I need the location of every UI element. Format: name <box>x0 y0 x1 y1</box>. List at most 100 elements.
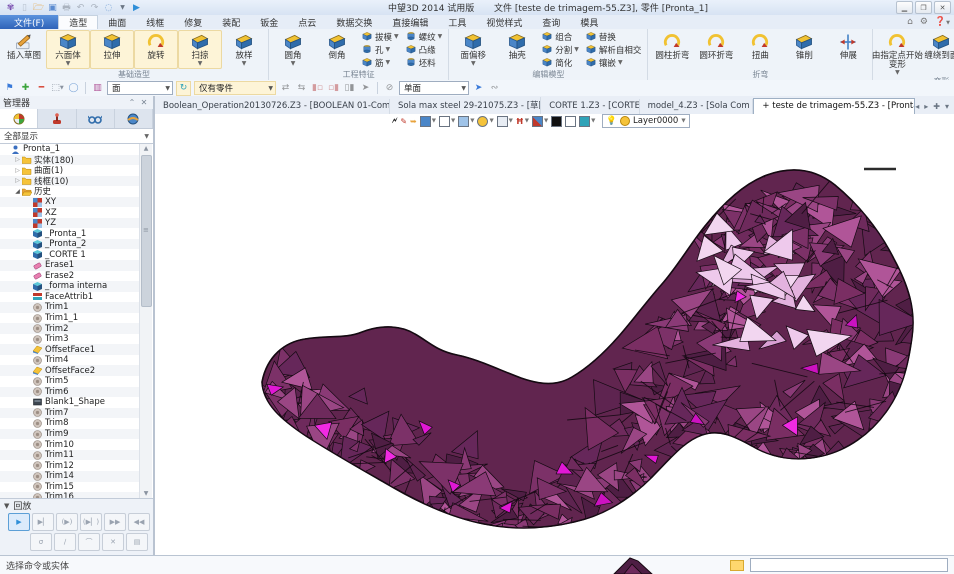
ribbon-button-deform-by-point[interactable]: 由指定点开始变形▼ <box>875 30 919 76</box>
tree-item-Trim14[interactable]: Trim14 <box>0 471 140 482</box>
tree-item-Trim2[interactable]: Trim2 <box>0 323 140 334</box>
tree-item-Trim9[interactable]: Trim9 <box>0 429 140 440</box>
tree-item-Trim8[interactable]: Trim8 <box>0 418 140 429</box>
pin-panel-icon[interactable]: ⌃ <box>126 98 138 107</box>
white-swatch-icon[interactable] <box>565 116 576 127</box>
tree-item-OffsetFace2[interactable]: OffsetFace2 <box>0 365 140 376</box>
ribbon-button-loft[interactable]: 放样▼ <box>222 30 266 69</box>
tree-item-OffsetFace1[interactable]: OffsetFace1 <box>0 344 140 355</box>
ribbon-button-hole[interactable]: 孔▼ <box>359 43 401 56</box>
playback-play-through-button[interactable]: (▶▏) <box>80 513 102 531</box>
pick-cursor-icon[interactable]: ➤ <box>359 82 372 95</box>
undo-icon[interactable]: ↶ <box>74 1 87 14</box>
tree-item-Trim12[interactable]: Trim12 <box>0 460 140 471</box>
menu-item-曲面[interactable]: 曲面 <box>98 15 136 29</box>
entity-filter-combo[interactable]: 面▼ <box>107 81 173 95</box>
swap-alt-icon[interactable]: ⇆ <box>295 82 308 95</box>
pick-filter-icon[interactable]: ⚑ <box>3 82 16 95</box>
menu-item-视觉样式[interactable]: 视觉样式 <box>476 15 532 29</box>
tree-item-Trim6[interactable]: Trim6 <box>0 387 140 398</box>
ribbon-button-combine[interactable]: 组合 <box>539 30 581 43</box>
menu-item-数据交换[interactable]: 数据交换 <box>326 15 382 29</box>
ribbon-button-thread[interactable]: 螺纹▼ <box>403 30 445 43</box>
help-icon[interactable]: ❓▼ <box>935 17 950 27</box>
tree-item-历史[interactable]: ◢历史 <box>0 186 140 197</box>
wireframe-mode-icon[interactable]: ▼ <box>439 116 455 127</box>
close-panel-icon[interactable]: ✕ <box>138 98 150 107</box>
shaded-mode-icon[interactable]: ▼ <box>420 116 436 127</box>
ribbon-button-flange[interactable]: 凸缘 <box>403 43 445 56</box>
tree-item-实体(180)[interactable]: ▷实体(180) <box>0 155 140 166</box>
pick-last-icon[interactable]: ➤ <box>472 82 485 95</box>
tree-item-Erase2[interactable]: Erase2 <box>0 271 140 282</box>
export-icon[interactable]: ➥ <box>410 117 417 126</box>
tree-item-FaceAttrib1[interactable]: FaceAttrib1 <box>0 292 140 303</box>
add-selection-icon[interactable]: ✚ <box>19 82 32 95</box>
playback-fast-forward-button[interactable]: ▶▶ <box>104 513 126 531</box>
align-last-icon[interactable]: ▯▮ <box>343 82 356 95</box>
quick-access-dropdown-icon[interactable]: ▼ <box>116 1 129 14</box>
expand-icon[interactable]: ▷ <box>13 156 22 163</box>
ribbon-button-toroidal-bend[interactable]: 圆环折弯 <box>694 30 738 69</box>
document-tab-2[interactable]: Sola max steel 29-21075.Z3 - [草图001] <box>390 97 541 114</box>
redo-icon[interactable]: ↷ <box>88 1 101 14</box>
ribbon-button-rib[interactable]: 筋▼ <box>359 56 401 69</box>
file-menu-button[interactable]: 文件(F) <box>0 15 58 29</box>
filter-chart-icon[interactable]: ▥ <box>91 82 104 95</box>
swap-selection-icon[interactable]: ⇄ <box>279 82 292 95</box>
new-file-icon[interactable]: ▯ <box>18 1 31 14</box>
ribbon-button-insert-sketch[interactable]: 插入草图 <box>2 30 46 69</box>
menu-item-修复[interactable]: 修复 <box>174 15 212 29</box>
align-first-icon[interactable]: ▮▫ <box>311 82 324 95</box>
sketch-pen-icon[interactable]: ✎ <box>400 117 407 126</box>
ribbon-button-fillet[interactable]: 圆角▼ <box>271 30 315 69</box>
image-display-icon[interactable]: ▼ <box>497 116 513 127</box>
menu-item-钣金[interactable]: 钣金 <box>250 15 288 29</box>
ribbon-button-draft[interactable]: 拔模▼ <box>359 30 401 43</box>
tree-item-Trim4[interactable]: Trim4 <box>0 355 140 366</box>
document-tab-1[interactable]: Boolean_Operation20130726.Z3 - [BOOLEAN … <box>155 99 390 114</box>
disable-filter-icon[interactable]: ⊘ <box>383 82 396 95</box>
ribbon-button-simplify[interactable]: 简化 <box>539 56 581 69</box>
new-tab-icon[interactable]: ✚ <box>933 102 940 111</box>
home-icon[interactable]: ⌂ <box>907 17 913 27</box>
playback-rewind-button[interactable]: ◀◀ <box>128 513 150 531</box>
tree-item-Trim10[interactable]: Trim10 <box>0 439 140 450</box>
multi-view-icon[interactable]: ▼ <box>532 116 548 127</box>
lasso-pick-icon[interactable]: ◯ <box>67 82 80 95</box>
tree-item-XZ[interactable]: XZ <box>0 207 140 218</box>
ribbon-button-resolve-self-intersection[interactable]: 解析自相交 <box>583 43 644 56</box>
notification-icon[interactable] <box>730 560 744 571</box>
restore-button[interactable]: ❐ <box>915 1 932 14</box>
tree-item-Trim5[interactable]: Trim5 <box>0 376 140 387</box>
tree-item-_Pronta_2[interactable]: _Pronta_2 <box>0 239 140 250</box>
playback-header[interactable]: ▼ 回放 <box>0 499 153 512</box>
document-tab-4[interactable]: model_4.Z3 - [Sola Com 2%] <box>640 99 754 114</box>
window-pick-icon[interactable]: ⬚▼ <box>51 82 64 95</box>
plane-display-icon[interactable]: ▼ <box>458 116 474 127</box>
ribbon-button-stretch[interactable]: 伸展 <box>826 30 870 69</box>
face-mode-combo[interactable]: 单面▼ <box>399 81 469 95</box>
playback-spline-button[interactable]: σ <box>30 533 52 551</box>
menu-item-装配[interactable]: 装配 <box>212 15 250 29</box>
ribbon-button-chamfer[interactable]: 倒角 <box>315 30 359 69</box>
section-view-icon[interactable]: Ħ▼ <box>516 117 529 126</box>
solid-manager-tab[interactable] <box>115 109 153 128</box>
tree-item-YZ[interactable]: YZ <box>0 218 140 229</box>
minimize-button[interactable]: ▁ <box>896 1 913 14</box>
align-middle-icon[interactable]: ▫▮ <box>327 82 340 95</box>
playback-play-from-button[interactable]: (▶) <box>56 513 78 531</box>
layer-combo[interactable]: 💡Layer0000▼ <box>602 114 689 128</box>
ribbon-button-twist[interactable]: 扭曲 <box>738 30 782 69</box>
tree-item-曲面(1)[interactable]: ▷曲面(1) <box>0 165 140 176</box>
document-tab-3[interactable]: CORTE 1.Z3 - [CORTE 1] <box>541 99 639 114</box>
settings-gear-icon[interactable]: ⚙ <box>920 17 928 27</box>
scroll-up-icon[interactable]: ▲ <box>140 144 152 153</box>
collapse-icon[interactable]: ◢ <box>13 188 22 195</box>
regen-icon[interactable]: ◌ <box>102 1 115 14</box>
ribbon-button-box[interactable]: 六面体▼ <box>46 30 90 69</box>
ribbon-button-shell[interactable]: 抽壳 <box>495 30 539 69</box>
ribbon-button-face-offset[interactable]: 面偏移▼ <box>451 30 495 69</box>
tab-list-icon[interactable]: ▾ <box>945 102 949 111</box>
link-icon[interactable]: ∾ <box>488 82 501 95</box>
